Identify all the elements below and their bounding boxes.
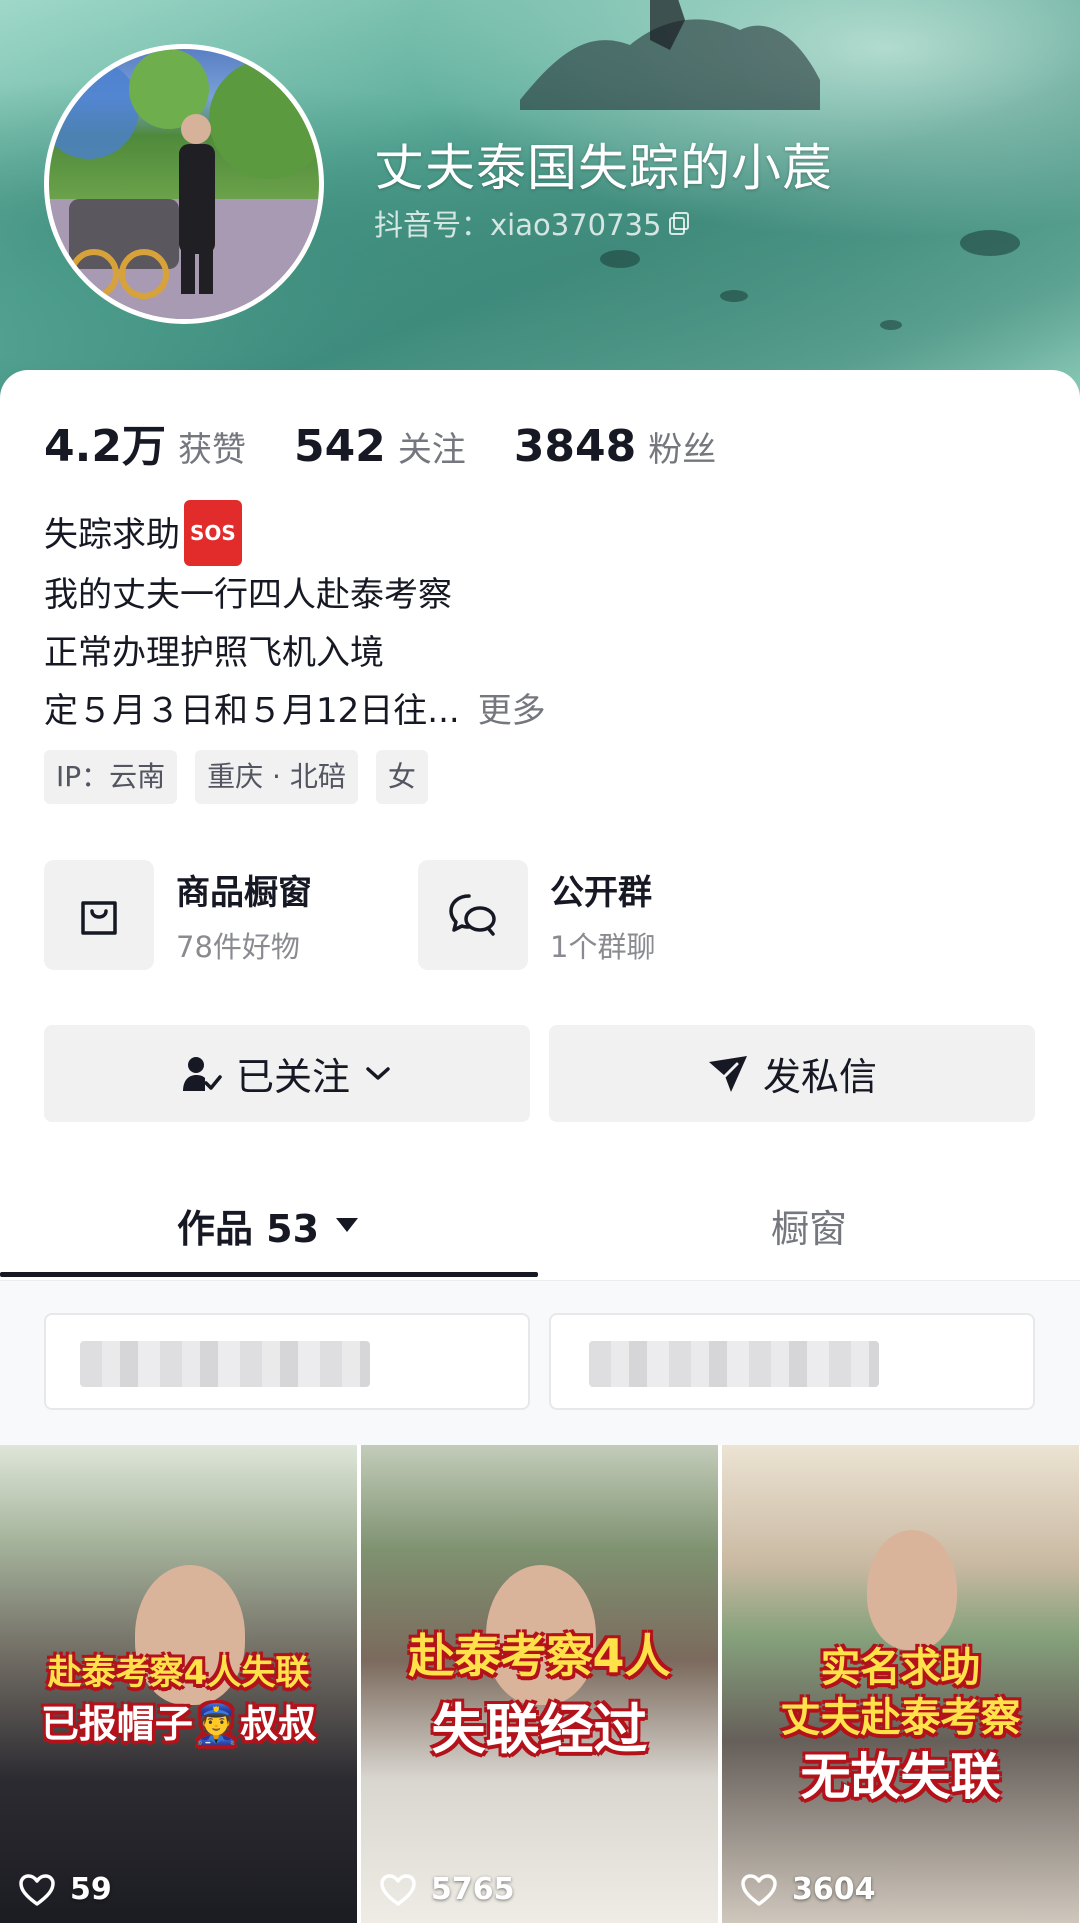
stat-value: 4.2万 [44, 421, 166, 472]
paper-plane-icon [708, 1055, 747, 1092]
banner-ink-splat [720, 290, 748, 302]
stats-row: 4.2万 获赞 542 关注 3848 粉丝 [44, 410, 764, 474]
filter-chip[interactable] [549, 1313, 1035, 1410]
user-check-icon [182, 1056, 222, 1091]
gender-tag: 女 [375, 750, 428, 804]
stat-followers[interactable]: 3848 粉丝 [514, 421, 716, 472]
stat-likes[interactable]: 4.2万 获赞 [44, 410, 246, 474]
shop-window-count: 78件好物 [176, 929, 300, 964]
video-caption: 无故失联 [800, 1748, 1001, 1806]
public-group-count: 1个群聊 [550, 929, 656, 964]
stat-label: 粉丝 [648, 430, 717, 470]
douyin-id[interactable]: 抖音号：xiao370735 [374, 202, 693, 244]
bio-more-link[interactable]: 更多 [478, 691, 546, 731]
filter-chip[interactable] [44, 1313, 530, 1410]
video-likes: 59 [18, 1872, 112, 1907]
ip-tag: IP：云南 [44, 750, 178, 804]
send-message-label: 发私信 [762, 1055, 877, 1099]
heart-icon [741, 1873, 777, 1906]
profile-tags: IP：云南 重庆 · 北碚 女 [44, 750, 428, 804]
chat-bubbles-icon [418, 860, 528, 970]
public-group-title: 公开群 [550, 872, 652, 913]
bio-line: 我的丈夫一行四人赴泰考察 [44, 575, 452, 615]
bio-text: 失踪求助 [44, 515, 180, 555]
douyin-id-text: 抖音号：xiao370735 [374, 208, 662, 242]
stat-label: 获赞 [177, 430, 246, 470]
video-thumbnail[interactable]: 赴泰考察4人失联 已报帽子👮叔叔 59 [0, 1445, 357, 1923]
stat-value: 3848 [513, 421, 637, 472]
tab-works-label: 作品 53 [176, 1206, 320, 1251]
video-caption: 赴泰考察4人失联 [47, 1653, 310, 1693]
bio-line: 失踪求助 SOS [44, 500, 546, 566]
followed-label: 已关注 [235, 1055, 350, 1099]
sos-badge: SOS [184, 500, 242, 566]
shop-window-title: 商品橱窗 [176, 872, 312, 913]
video-caption: 失联经过 [431, 1698, 648, 1761]
banner-ink-splat [600, 250, 640, 268]
tab-works[interactable]: 作品 53 [0, 1170, 538, 1280]
video-like-count: 59 [70, 1872, 112, 1907]
avatar[interactable] [44, 44, 324, 324]
banner-ink-splat [880, 320, 902, 330]
public-group-entry[interactable]: 公开群 1个群聊 [418, 860, 655, 970]
banner-artwork [520, 0, 820, 110]
video-caption: 丈夫赴泰考察 [780, 1695, 1021, 1741]
video-person [867, 1530, 957, 1650]
heart-icon [19, 1873, 55, 1906]
blurred-content [80, 1341, 370, 1387]
bio-line: 定５月３日和５月12日往... 更多 [44, 682, 546, 740]
stat-label: 关注 [397, 430, 466, 470]
heart-icon [380, 1873, 416, 1906]
active-tab-indicator [0, 1272, 538, 1277]
bio[interactable]: 失踪求助 SOS 我的丈夫一行四人赴泰考察 正常办理护照飞机入境 定５月３日和５月… [44, 500, 546, 740]
send-message-button[interactable]: 发私信 [549, 1025, 1035, 1122]
bio-text: 定５月３日和５月12日往... [44, 691, 460, 731]
chevron-down-icon [366, 1066, 390, 1080]
bio-line: 正常办理护照飞机入境 [44, 633, 384, 673]
video-thumbnail[interactable]: 实名求助 丈夫赴泰考察 无故失联 3604 [722, 1445, 1079, 1923]
location-tag: 重庆 · 北碚 [195, 750, 358, 804]
video-likes: 5765 [379, 1872, 515, 1907]
banner-ink-splat [960, 230, 1020, 256]
dropdown-triangle-icon [336, 1218, 359, 1232]
stat-following[interactable]: 542 关注 [294, 421, 466, 472]
video-caption: 已报帽子👮叔叔 [40, 1702, 317, 1746]
copy-icon[interactable] [667, 210, 693, 236]
content-tabs: 作品 53 橱窗 [0, 1170, 1080, 1281]
video-likes: 3604 [740, 1872, 876, 1907]
video-grid: 赴泰考察4人失联 已报帽子👮叔叔 59 赴泰考察4人 失联经过 5765 实名求… [0, 1445, 1080, 1923]
blurred-content [589, 1341, 879, 1387]
video-like-count: 3604 [792, 1872, 876, 1907]
video-caption: 赴泰考察4人 [408, 1629, 671, 1683]
video-like-count: 5765 [431, 1872, 515, 1907]
shop-window-entry[interactable]: 商品橱窗 78件好物 [44, 860, 312, 970]
avatar-photo [49, 49, 319, 319]
stat-value: 542 [293, 421, 386, 472]
shopping-bag-icon [44, 860, 154, 970]
followed-button[interactable]: 已关注 [44, 1025, 530, 1122]
video-thumbnail[interactable]: 赴泰考察4人 失联经过 5765 [361, 1445, 718, 1923]
profile-name: 丈夫泰国失踪的小莀 [374, 139, 833, 197]
tab-showcase[interactable]: 橱窗 [538, 1170, 1080, 1280]
